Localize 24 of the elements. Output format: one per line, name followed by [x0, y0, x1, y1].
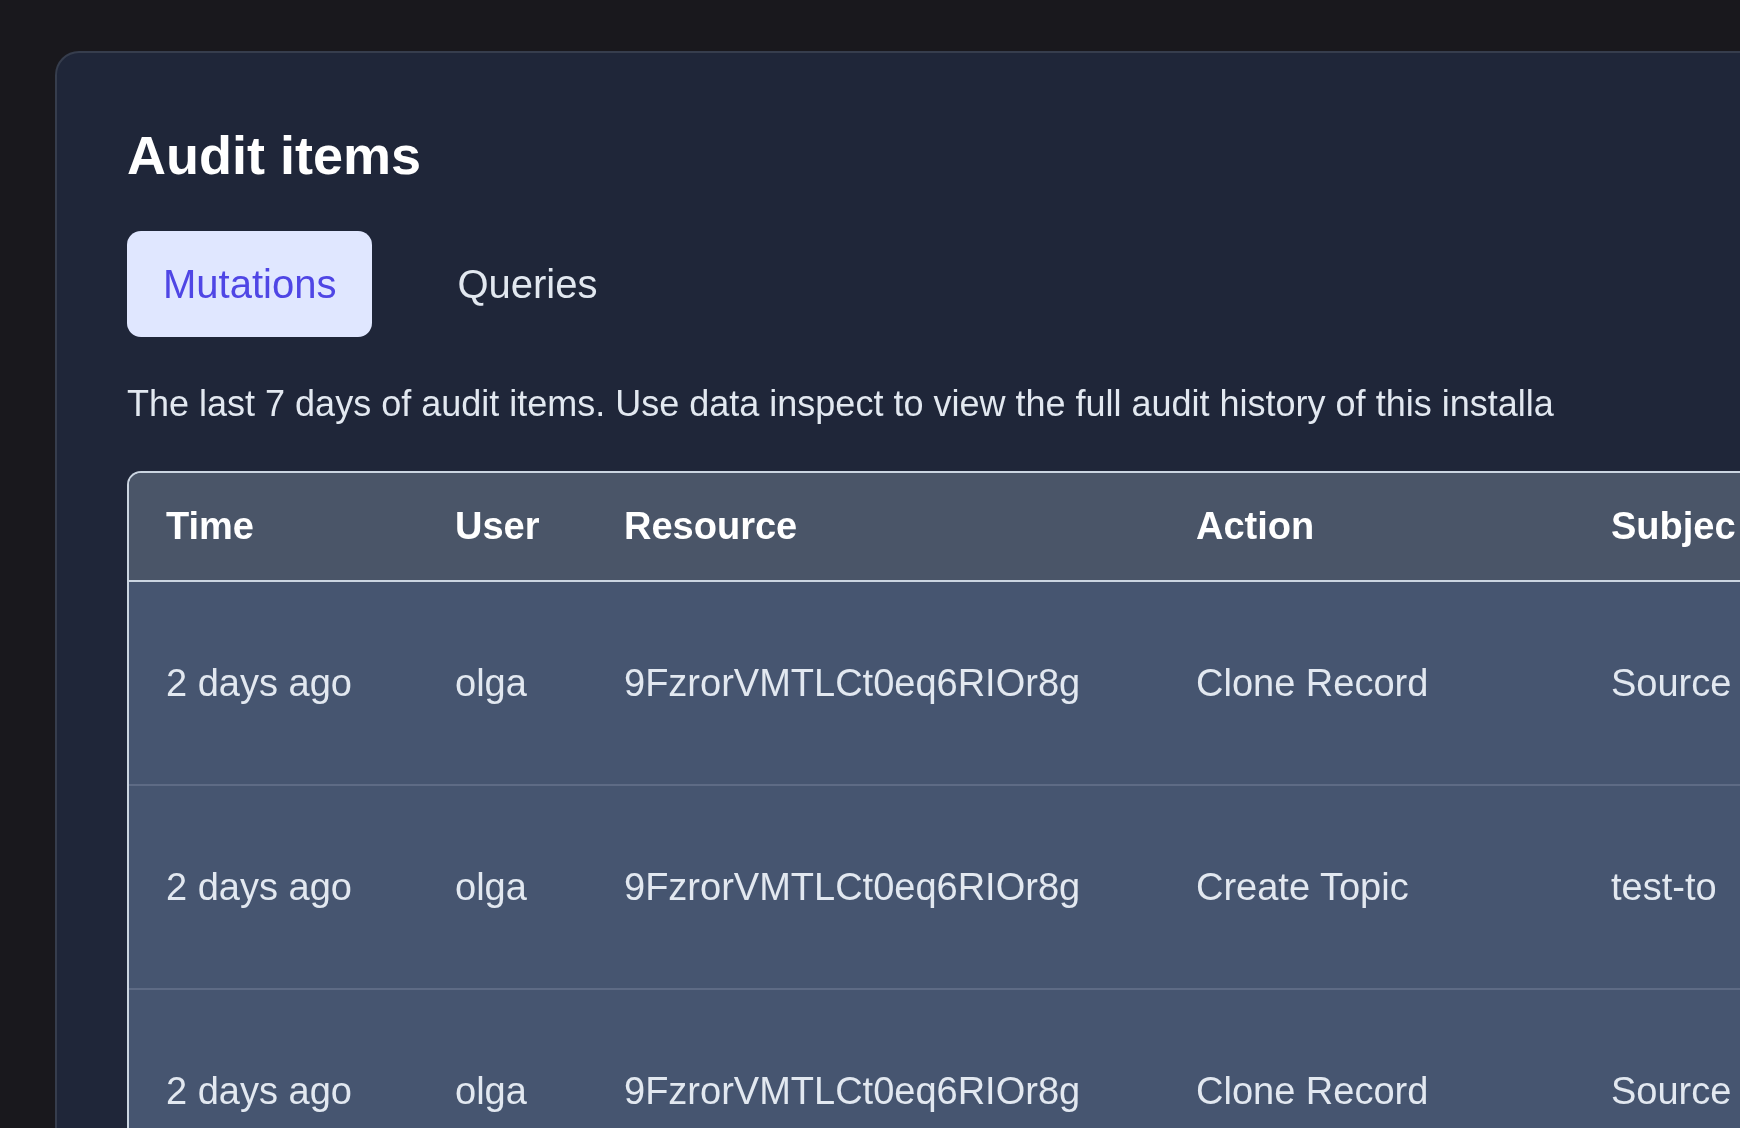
table-cell-text: 9FzrorVMTLCt0eq6RIOr8g	[623, 1068, 1082, 1114]
description-text: The last 7 days of audit items. Use data inspect to view the full audit history of this installa	[127, 382, 1554, 425]
table-cell-text: Clone Record	[1195, 660, 1430, 706]
table-cell-text: 9FzrorVMTLCt0eq6RIOr8g	[623, 660, 1082, 706]
column-header: Subjec	[1610, 504, 1736, 549]
column-header: Action	[1195, 504, 1316, 549]
table-cell-text: olga	[454, 864, 528, 910]
table-cell-text: Clone Record	[1195, 1068, 1430, 1114]
table-cell-text: Create Topic	[1195, 864, 1410, 910]
table-cell-text: 2 days ago	[165, 864, 353, 910]
column-header: Resource	[623, 504, 799, 549]
table-cell-text: 2 days ago	[165, 1068, 353, 1114]
table-cell-text: olga	[454, 660, 528, 706]
table-cell-text: Source	[1610, 1068, 1732, 1114]
column-header: User	[454, 504, 541, 549]
table-cell-text: 2 days ago	[165, 660, 353, 706]
tab[interactable]: Mutations	[127, 231, 373, 337]
page-title: Audit items	[127, 124, 422, 187]
table-cell-text: olga	[454, 1068, 528, 1114]
table-cell-text: 9FzrorVMTLCt0eq6RIOr8g	[623, 864, 1082, 910]
tab[interactable]: Queries	[421, 231, 634, 337]
table-cell-text: test-to	[1610, 864, 1717, 910]
table-cell-text: Source	[1610, 660, 1732, 706]
column-header: Time	[165, 504, 255, 549]
